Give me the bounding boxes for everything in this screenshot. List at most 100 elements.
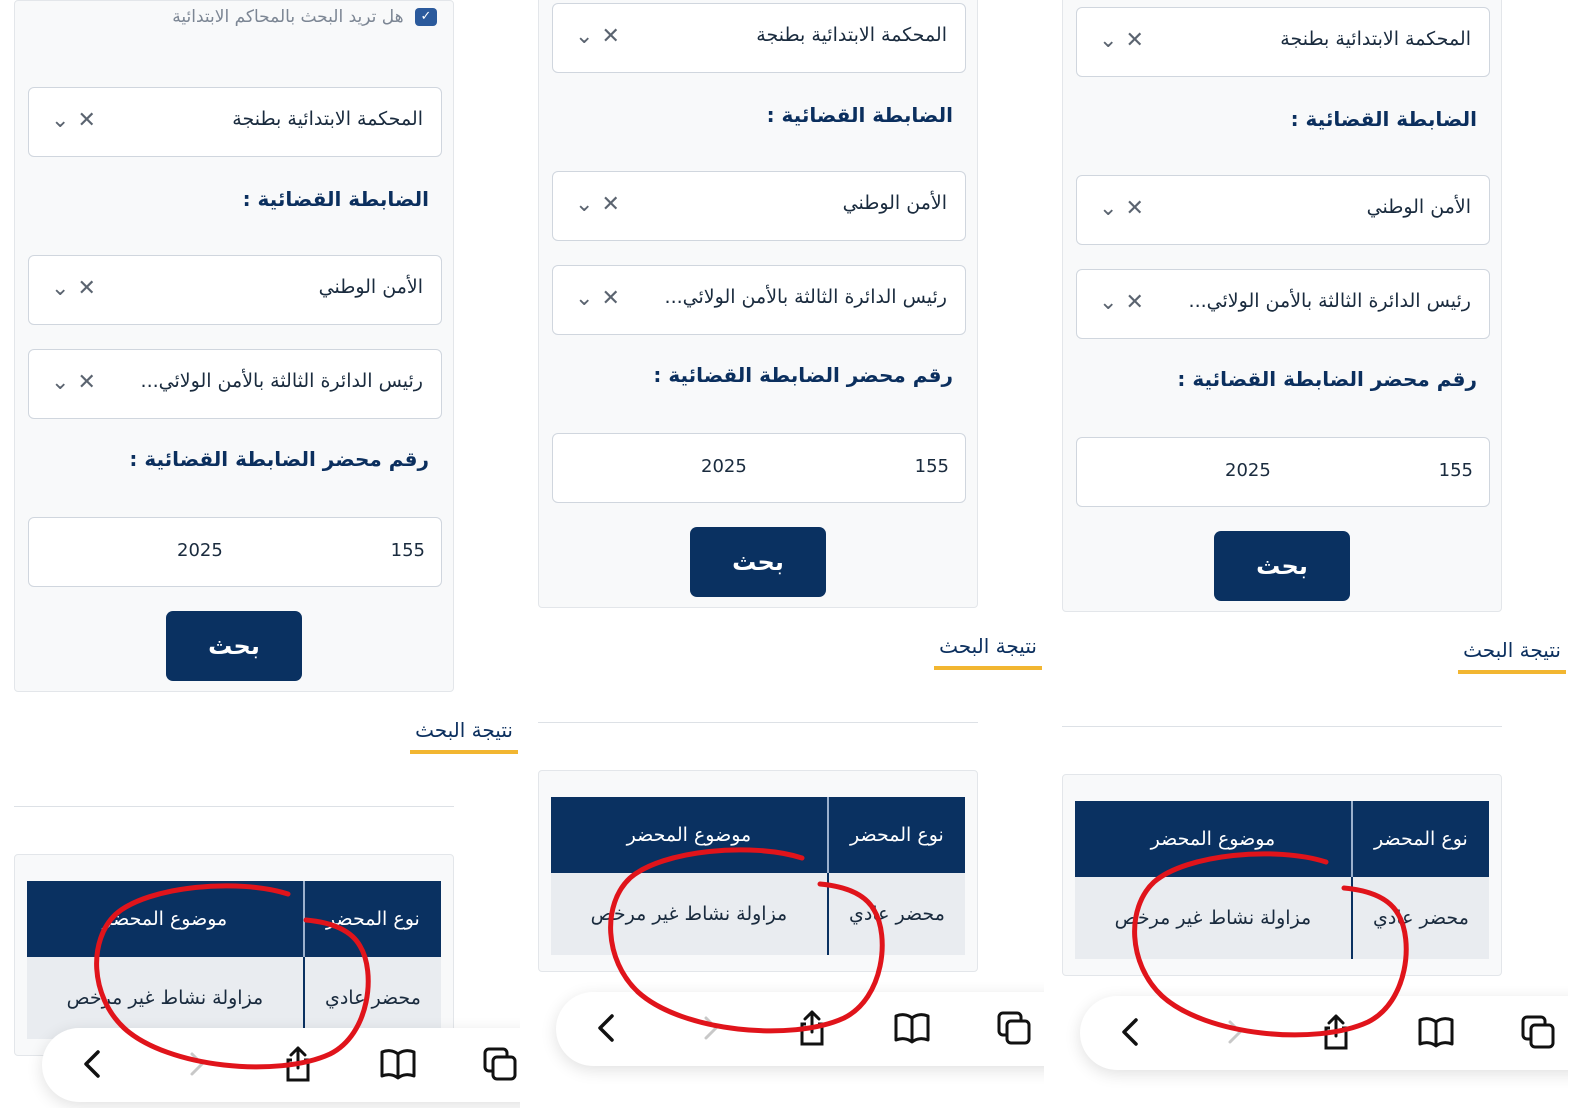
search-button[interactable]: بحث (166, 611, 302, 681)
header-report-type: نوع المحضر (826, 797, 965, 873)
department-select-value: رئيس الدائرة الثالثة بالأمن الولائي... (1188, 290, 1471, 312)
close-icon[interactable]: ✕ (601, 286, 627, 311)
report-year-input[interactable]: 2025 (1225, 460, 1271, 481)
book-icon[interactable] (378, 1044, 418, 1084)
cell-report-subject: مزاولة نشاط غير مرخص (1075, 877, 1353, 959)
close-icon[interactable]: ✕ (77, 108, 103, 133)
chevron-right-icon (190, 1052, 204, 1076)
close-icon[interactable]: ✕ (1125, 196, 1151, 221)
tabs-icon[interactable] (1518, 1012, 1558, 1052)
header-report-subject: موضوع المحضر (551, 797, 829, 873)
results-tab[interactable]: نتيجة البحث (934, 634, 1042, 670)
select-controls: ⌄✕ (1099, 290, 1152, 315)
table-header-row: نوع المحضر موضوع المحضر (1075, 801, 1489, 877)
search-form-card: ✓ هل تريد البحث بالمحاكم الابتدائية المح… (538, 0, 978, 608)
chevron-down-icon[interactable]: ⌄ (575, 192, 601, 217)
police-select[interactable]: الأمن الوطني ⌄✕ (552, 171, 966, 241)
court-select[interactable]: المحكمة الابتدائية بطنجة ⌄✕ (552, 3, 966, 73)
police-select[interactable]: الأمن الوطني ⌄✕ (1076, 175, 1490, 245)
search-form-card: ✓ هل تريد البحث بالمحاكم الابتدائية المح… (14, 0, 454, 692)
book-icon[interactable] (892, 1008, 932, 1048)
screenshot-panel-1: ✓ هل تريد البحث بالمحاكم الابتدائية المح… (0, 0, 520, 1108)
report-number-field[interactable]: 155 2025 (28, 517, 442, 587)
chevron-down-icon[interactable]: ⌄ (51, 370, 77, 395)
department-select[interactable]: رئيس الدائرة الثالثة بالأمن الولائي... ⌄… (28, 349, 442, 419)
select-controls: ⌄✕ (51, 108, 104, 133)
report-number-label: رقم محضر الضابطة القضائية : (1177, 367, 1477, 391)
cell-report-subject: مزاولة نشاط غير مرخص (27, 957, 305, 1039)
department-select-value: رئيس الدائرة الثالثة بالأمن الولائي... (140, 370, 423, 392)
police-select-value: الأمن الوطني (1366, 196, 1471, 218)
report-number-field[interactable]: 155 2025 (1076, 437, 1490, 507)
chevron-left-icon[interactable] (74, 1044, 114, 1084)
select-controls: ⌄✕ (575, 24, 628, 49)
department-select-value: رئيس الدائرة الثالثة بالأمن الولائي... (664, 286, 947, 308)
select-controls: ⌄✕ (1099, 28, 1152, 53)
header-report-subject: موضوع المحضر (1075, 801, 1353, 877)
results-card: نوع المحضر موضوع المحضر محضر عادي مزاولة… (538, 770, 978, 972)
chevron-down-icon[interactable]: ⌄ (1099, 196, 1125, 221)
report-number-field[interactable]: 155 2025 (552, 433, 966, 503)
department-select[interactable]: رئيس الدائرة الثالثة بالأمن الولائي... ⌄… (1076, 269, 1490, 339)
department-select[interactable]: رئيس الدائرة الثالثة بالأمن الولائي... ⌄… (552, 265, 966, 335)
report-year-input[interactable]: 2025 (701, 456, 747, 477)
close-icon[interactable]: ✕ (77, 370, 103, 395)
screenshot-panel-2: ✓ هل تريد البحث بالمحاكم الابتدائية المح… (524, 0, 1044, 1108)
report-number-input[interactable]: 155 (1439, 460, 1473, 481)
table-row[interactable]: محضر عادي مزاولة نشاط غير مرخص (551, 873, 965, 955)
chevron-down-icon[interactable]: ⌄ (575, 24, 601, 49)
cell-report-type: محضر عادي (302, 957, 441, 1039)
book-icon[interactable] (1416, 1012, 1456, 1052)
chevron-down-icon[interactable]: ⌄ (51, 108, 77, 133)
search-button[interactable]: بحث (690, 527, 826, 597)
table-row[interactable]: محضر عادي مزاولة نشاط غير مرخص (27, 957, 441, 1039)
report-number-input[interactable]: 155 (915, 456, 949, 477)
chevron-left-icon[interactable] (588, 1008, 628, 1048)
results-divider (14, 806, 454, 807)
report-year-input[interactable]: 2025 (177, 540, 223, 561)
report-number-label: رقم محضر الضابطة القضائية : (129, 447, 429, 471)
table-row[interactable]: محضر عادي مزاولة نشاط غير مرخص (1075, 877, 1489, 959)
results-tab[interactable]: نتيجة البحث (1458, 638, 1566, 674)
results-tab[interactable]: نتيجة البحث (410, 718, 518, 754)
results-card: نوع المحضر موضوع المحضر محضر عادي مزاولة… (14, 854, 454, 1056)
results-divider (1062, 726, 1502, 727)
cell-report-type: محضر عادي (1350, 877, 1489, 959)
chevron-right-icon (704, 1016, 718, 1040)
chevron-right-icon (1228, 1020, 1242, 1044)
court-select-value: المحكمة الابتدائية بطنجة (1280, 28, 1471, 50)
close-icon[interactable]: ✕ (601, 192, 627, 217)
close-icon[interactable]: ✕ (1125, 290, 1151, 315)
share-icon[interactable] (1316, 1012, 1356, 1052)
court-select[interactable]: المحكمة الابتدائية بطنجة ⌄✕ (28, 87, 442, 157)
cell-report-type: محضر عادي (826, 873, 965, 955)
cell-report-subject: مزاولة نشاط غير مرخص (551, 873, 829, 955)
header-report-type: نوع المحضر (1350, 801, 1489, 877)
close-icon[interactable]: ✕ (1125, 28, 1151, 53)
share-icon[interactable] (278, 1044, 318, 1084)
share-icon[interactable] (792, 1008, 832, 1048)
police-select[interactable]: الأمن الوطني ⌄✕ (28, 255, 442, 325)
chevron-left-icon[interactable] (1112, 1012, 1152, 1052)
select-controls: ⌄✕ (575, 286, 628, 311)
chevron-down-icon[interactable]: ⌄ (1099, 290, 1125, 315)
police-label: الضابطة القضائية : (766, 103, 953, 127)
court-select[interactable]: المحكمة الابتدائية بطنجة ⌄✕ (1076, 7, 1490, 77)
report-number-input[interactable]: 155 (391, 540, 425, 561)
search-form-card: ✓ هل تريد البحث بالمحاكم الابتدائية المح… (1062, 0, 1502, 612)
browser-toolbar (556, 992, 1044, 1066)
close-icon[interactable]: ✕ (601, 24, 627, 49)
close-icon[interactable]: ✕ (77, 276, 103, 301)
tabs-icon[interactable] (994, 1008, 1034, 1048)
select-controls: ⌄✕ (1099, 196, 1152, 221)
screenshot-panel-3: ✓ هل تريد البحث بالمحاكم الابتدائية المح… (1048, 0, 1568, 1108)
table-header-row: نوع المحضر موضوع المحضر (27, 881, 441, 957)
tabs-icon[interactable] (480, 1044, 520, 1084)
select-controls: ⌄✕ (51, 276, 104, 301)
search-button[interactable]: بحث (1214, 531, 1350, 601)
court-search-option[interactable]: ✓ هل تريد البحث بالمحاكم الابتدائية (172, 7, 437, 31)
chevron-down-icon[interactable]: ⌄ (575, 286, 601, 311)
checkbox-checked-icon[interactable]: ✓ (415, 8, 437, 26)
chevron-down-icon[interactable]: ⌄ (51, 276, 77, 301)
chevron-down-icon[interactable]: ⌄ (1099, 28, 1125, 53)
